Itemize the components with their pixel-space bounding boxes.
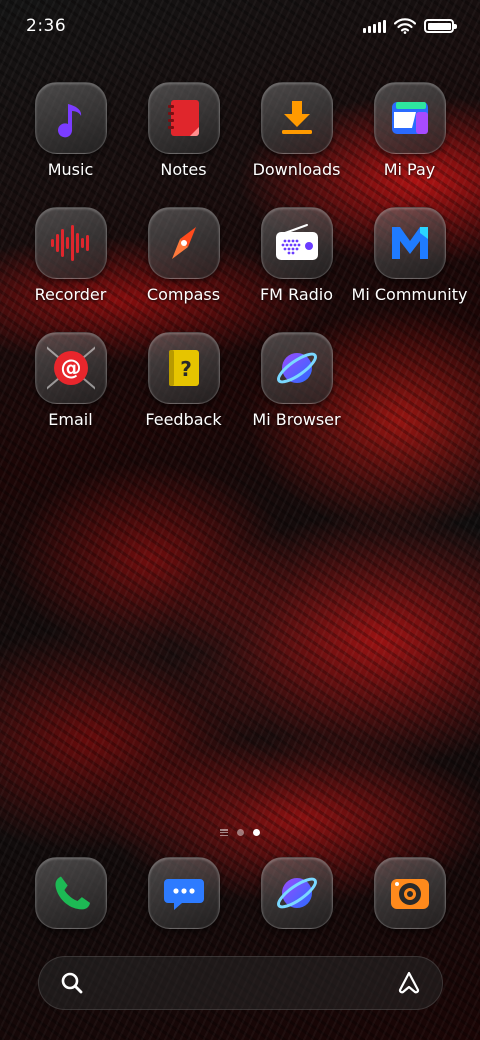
compass-needle-icon[interactable]: [147, 207, 220, 279]
wifi-icon: [394, 18, 416, 34]
planet-icon[interactable]: [260, 857, 333, 929]
app-compass[interactable]: Compass: [127, 207, 240, 318]
app-recorder[interactable]: Recorder: [14, 207, 127, 318]
page-dot-1[interactable]: [237, 829, 244, 836]
app-mi-pay[interactable]: Mi Pay: [353, 82, 466, 193]
app-label: Mi Browser: [252, 410, 341, 429]
app-fm-radio[interactable]: FM Radio: [240, 207, 353, 318]
question-book-icon[interactable]: ?: [147, 332, 220, 404]
app-label: Music: [47, 160, 94, 179]
dock: [14, 857, 466, 929]
app-downloads[interactable]: Downloads: [240, 82, 353, 193]
dock-browser[interactable]: [240, 857, 353, 929]
page-indicator[interactable]: [0, 829, 480, 836]
waveform-icon[interactable]: [34, 207, 107, 279]
wallet-card-icon[interactable]: [373, 82, 446, 154]
app-email[interactable]: @ Email: [14, 332, 127, 443]
phone-handset-icon[interactable]: [34, 857, 107, 929]
app-mi-browser[interactable]: Mi Browser: [240, 332, 353, 443]
dock-camera[interactable]: [353, 857, 466, 929]
app-label: Notes: [160, 160, 207, 179]
radio-icon[interactable]: [260, 207, 333, 279]
dock-messages[interactable]: [127, 857, 240, 929]
app-label: FM Radio: [259, 285, 334, 304]
app-label: Mi Pay: [383, 160, 436, 179]
app-notes[interactable]: Notes: [127, 82, 240, 193]
app-music[interactable]: Music: [14, 82, 127, 193]
battery-icon: [424, 19, 457, 33]
assistant-a-icon[interactable]: [396, 970, 422, 996]
app-label: Email: [48, 410, 93, 429]
dock-phone[interactable]: [14, 857, 127, 929]
camera-icon[interactable]: [373, 857, 446, 929]
page-dot-2[interactable]: [253, 829, 260, 836]
app-drawer-lines-icon: [220, 829, 228, 836]
chat-bubble-icon[interactable]: [147, 857, 220, 929]
cellular-signal-icon: [363, 19, 386, 33]
status-bar: 2:36: [0, 0, 480, 52]
status-icons: [363, 18, 457, 34]
app-label: Feedback: [145, 410, 222, 429]
planet-icon[interactable]: [260, 332, 333, 404]
app-grid: Music Notes Downloads Mi Pay Recorder Co…: [14, 82, 468, 443]
app-label: Downloads: [252, 160, 341, 179]
at-sign-icon[interactable]: @: [34, 332, 107, 404]
app-label: Mi Community: [351, 285, 468, 304]
app-label: Recorder: [34, 285, 107, 304]
search-icon[interactable]: [59, 970, 85, 996]
download-arrow-icon[interactable]: [260, 82, 333, 154]
status-time: 2:36: [26, 16, 67, 36]
app-mi-community[interactable]: Mi Community: [351, 207, 468, 318]
svg-text:?: ?: [180, 357, 192, 381]
search-input[interactable]: [99, 967, 382, 1001]
app-label: Compass: [146, 285, 221, 304]
music-note-icon[interactable]: [34, 82, 107, 154]
app-feedback[interactable]: ? Feedback: [127, 332, 240, 443]
m-logo-icon[interactable]: [373, 207, 446, 279]
search-bar[interactable]: [38, 956, 443, 1010]
svg-text:@: @: [60, 356, 81, 380]
notepad-icon[interactable]: [147, 82, 220, 154]
